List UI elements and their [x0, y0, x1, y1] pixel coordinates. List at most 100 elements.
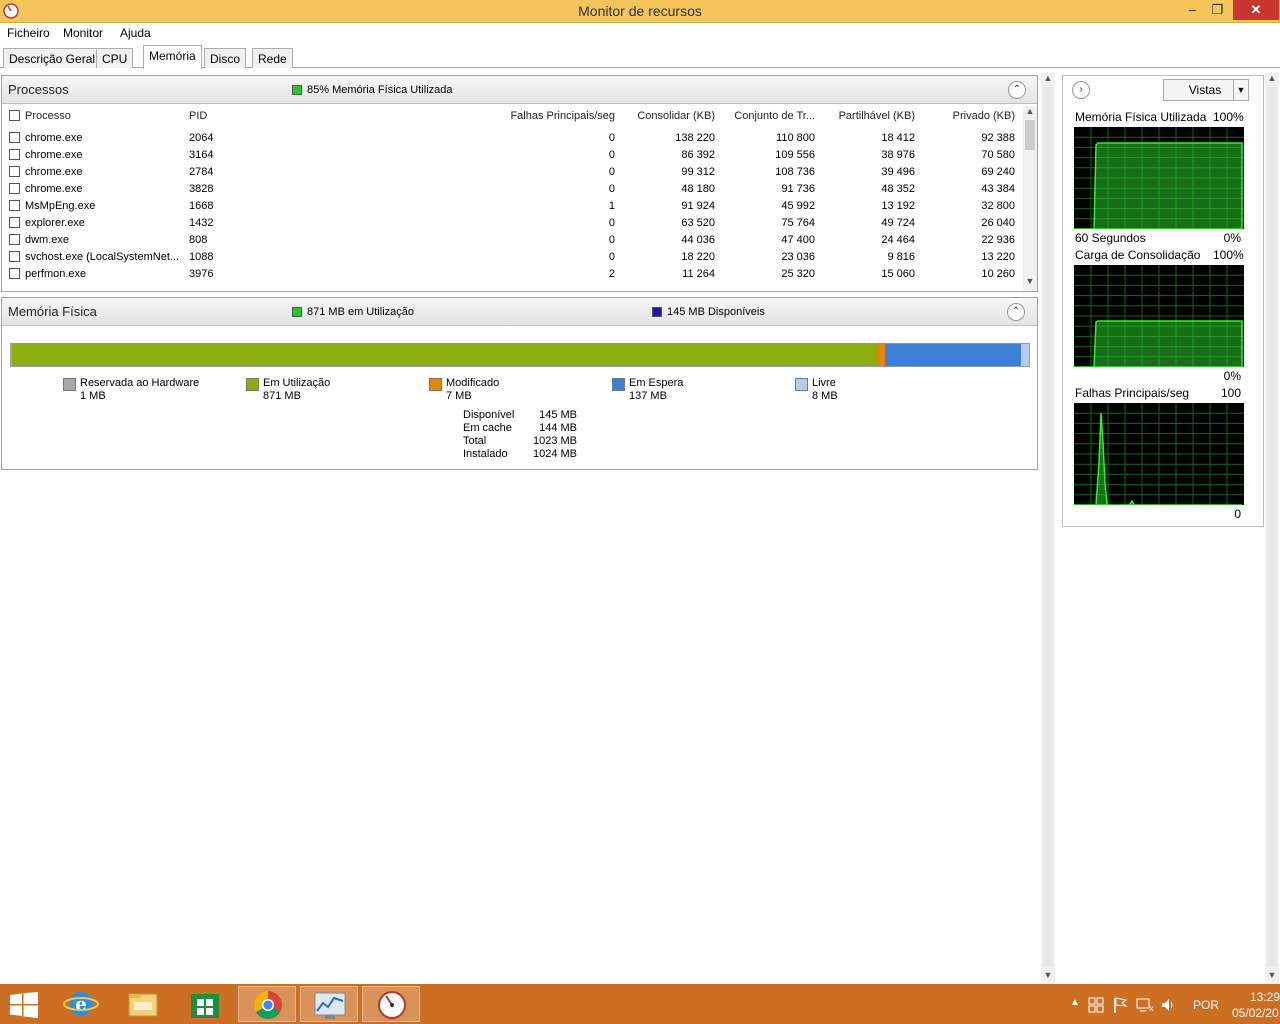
graph3-max: 100 [1220, 386, 1241, 400]
table-row[interactable]: svchost.exe (LocalSystemNet... 1088 0 18 22… [3, 249, 1023, 266]
legend-value: 7 MB [446, 390, 472, 402]
memory-segment [885, 344, 1021, 366]
tab-network[interactable]: Rede [252, 48, 293, 68]
close-button[interactable]: ✕ [1233, 0, 1279, 20]
chrome-taskbar-button[interactable] [238, 986, 296, 1022]
process-name: explorer.exe [25, 217, 85, 229]
resource-monitor-taskbar-icon [378, 991, 406, 1019]
window-scroll-thumb[interactable] [1267, 87, 1277, 967]
windows-start-icon[interactable] [10, 992, 38, 1018]
col-pid[interactable]: PID [189, 110, 207, 122]
table-row[interactable]: chrome.exe 2064 0 138 220 110 800 18 412 92 38… [3, 130, 1023, 147]
col-commit[interactable]: Consolidar (KB) [623, 110, 715, 122]
col-process[interactable]: Processo [25, 110, 71, 122]
scroll-down-arrow[interactable]: ▼ [1023, 276, 1037, 290]
graph1-min: 0% [1223, 231, 1241, 245]
title-bar: Monitor de recursos – ❐ ✕ [0, 0, 1280, 23]
processes-scrollbar[interactable]: ▲ ▼ [1023, 106, 1037, 290]
process-private: 13 220 [981, 251, 1015, 263]
process-hard-faults: 0 [608, 234, 615, 246]
tab-memory[interactable]: Memória [143, 45, 202, 69]
table-row[interactable]: chrome.exe 2784 0 99 312 108 736 39 496 69 240 [3, 164, 1023, 181]
language-indicator[interactable]: POR [1193, 998, 1219, 1012]
row-checkbox[interactable] [9, 132, 20, 143]
process-commit: 44 036 [681, 234, 715, 246]
stat-value: 144 MB [539, 422, 577, 434]
row-checkbox[interactable] [9, 217, 20, 228]
process-hard-faults: 0 [608, 183, 615, 195]
action-center-flag-icon[interactable] [1112, 996, 1128, 1014]
views-dropdown-arrow[interactable]: ▼ [1233, 79, 1249, 101]
processes-header[interactable]: Processos 85% Memória Física Utilizada ⌃ [2, 76, 1037, 104]
window-scroll-down-arrow[interactable]: ▼ [1265, 970, 1279, 984]
select-all-checkbox[interactable] [9, 110, 20, 121]
graph1-max: 100% [1213, 110, 1244, 124]
windows-store-icon [191, 994, 219, 1018]
row-checkbox[interactable] [9, 251, 20, 262]
usage-color-swatch [292, 85, 302, 96]
process-name: MsMpEng.exe [25, 200, 96, 212]
menu-file[interactable]: Ficheiro [7, 26, 50, 40]
graph3-min: 0 [1234, 507, 1241, 521]
process-working-set: 91 736 [781, 183, 815, 195]
row-checkbox[interactable] [9, 149, 20, 160]
expand-pane-button[interactable]: › [1072, 81, 1090, 99]
process-pid: 3164 [189, 149, 214, 161]
table-row[interactable]: chrome.exe 3828 0 48 180 91 736 48 352 43 384 [3, 181, 1023, 198]
process-private: 22 936 [981, 234, 1015, 246]
main-scroll-thumb[interactable] [1043, 87, 1053, 967]
process-working-set: 45 992 [781, 200, 815, 212]
network-icon[interactable]: x [1136, 997, 1154, 1013]
system-tray: ▲ x POR 13:29 05/02/2016 [1030, 984, 1280, 1024]
row-checkbox[interactable] [9, 200, 20, 211]
perfmon-taskbar-button[interactable] [300, 986, 358, 1022]
window-scrollbar[interactable]: ▲ ▼ [1265, 73, 1279, 984]
row-checkbox[interactable] [9, 183, 20, 194]
table-row[interactable]: perfmon.exe 3976 2 11 264 25 320 15 060 10 260 [3, 266, 1023, 283]
table-row[interactable]: explorer.exe 1432 0 63 520 75 764 49 724 26 04… [3, 215, 1023, 232]
legend-label: Reservada ao Hardware [80, 377, 200, 389]
row-checkbox[interactable] [9, 234, 20, 245]
windows-flag-tray-icon[interactable] [1088, 997, 1104, 1013]
physical-memory-header[interactable]: Memória Física 871 MB em Utilização 145 … [2, 298, 1037, 326]
menu-monitor[interactable]: Monitor [63, 26, 103, 40]
tab-cpu[interactable]: CPU [96, 48, 134, 68]
graph1-footer: 60 Segundos [1075, 231, 1146, 245]
table-row[interactable]: chrome.exe 3164 0 86 392 109 556 38 976 70 580 [3, 147, 1023, 164]
legend-label: Em Espera [629, 377, 684, 389]
maximize-button[interactable]: ❐ [1203, 0, 1232, 20]
table-row[interactable]: dwm.exe 808 0 44 036 47 400 24 464 22 936 [3, 232, 1023, 249]
physical-memory-panel: Memória Física 871 MB em Utilização 145 … [1, 297, 1038, 470]
main-scrollbar[interactable]: ▲ ▼ [1041, 73, 1055, 984]
scroll-thumb[interactable] [1025, 120, 1035, 150]
col-working-set[interactable]: Conjunto de Tr... [723, 110, 815, 122]
table-row[interactable]: MsMpEng.exe 1668 1 91 924 45 992 13 192 32 800 [3, 198, 1023, 215]
stat-row: Em cache 144 MB [463, 422, 583, 435]
store-taskbar-button[interactable] [176, 986, 234, 1022]
volume-icon[interactable] [1160, 997, 1176, 1013]
col-private[interactable]: Privado (KB) [923, 110, 1015, 122]
collapse-memory-button[interactable]: ⌃ [1007, 303, 1025, 321]
process-pid: 808 [189, 234, 208, 246]
resmon-taskbar-button[interactable] [362, 986, 420, 1022]
row-checkbox[interactable] [9, 268, 20, 279]
clock-date[interactable]: 05/02/2016 [1232, 1006, 1280, 1020]
window-scroll-up-arrow[interactable]: ▲ [1265, 73, 1279, 87]
col-shareable[interactable]: Partilhável (KB) [823, 110, 915, 122]
clock-time[interactable]: 13:29 [1250, 990, 1280, 1004]
menu-help[interactable]: Ajuda [120, 26, 151, 40]
main-scroll-up-arrow[interactable]: ▲ [1041, 73, 1055, 87]
physical-memory-title: Memória Física [8, 304, 97, 319]
main-scroll-down-arrow[interactable]: ▼ [1041, 970, 1055, 984]
collapse-processes-button[interactable]: ⌃ [1008, 81, 1026, 99]
explorer-taskbar-button[interactable] [114, 986, 172, 1022]
legend-value: 137 MB [629, 390, 667, 402]
col-hard-faults[interactable]: Falhas Principais/seg [443, 110, 615, 122]
process-commit: 48 180 [681, 183, 715, 195]
ie-taskbar-button[interactable]: e [52, 986, 110, 1022]
scroll-up-arrow[interactable]: ▲ [1023, 106, 1037, 120]
tab-overview[interactable]: Descrição Geral [3, 48, 102, 68]
row-checkbox[interactable] [9, 166, 20, 177]
tab-disk[interactable]: Disco [204, 48, 247, 68]
show-hidden-icons-icon[interactable]: ▲ [1070, 997, 1080, 1008]
